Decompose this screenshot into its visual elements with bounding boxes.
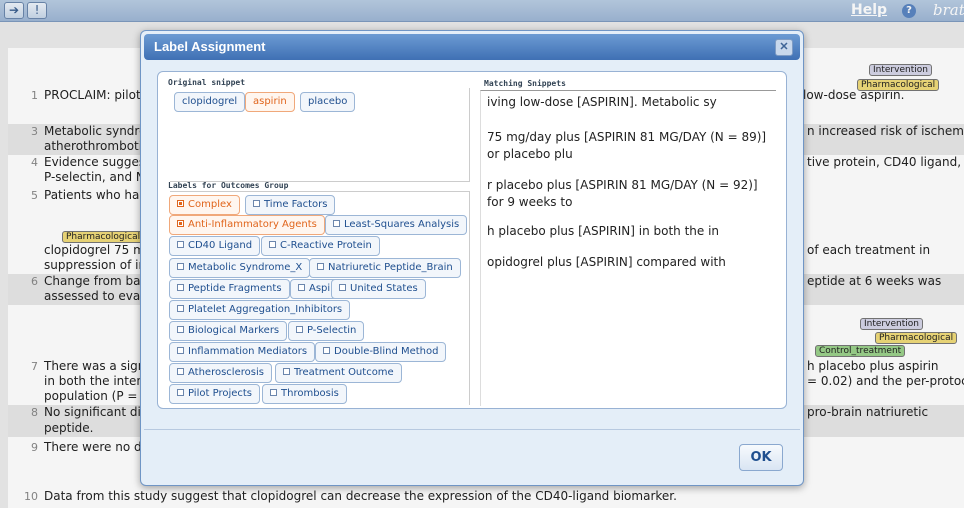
- ok-button[interactable]: OK: [739, 444, 783, 471]
- label-chip[interactable]: Inflammation Mediators: [169, 342, 316, 362]
- dialog-divider: [144, 429, 800, 430]
- label-chip-text: Inflammation Mediators: [188, 346, 308, 357]
- label-chip-text: Metabolic Syndrome_X: [188, 262, 303, 273]
- checkbox-icon[interactable]: [177, 284, 184, 291]
- labels-legend: Labels for Outcomes Group: [168, 181, 289, 190]
- label-chip[interactable]: P-Selectin: [288, 321, 365, 341]
- label-chip-text: C-Reactive Protein: [280, 240, 372, 251]
- label-chip-text: Biological Markers: [188, 325, 280, 336]
- label-chip-text: Double-Blind Method: [334, 346, 439, 357]
- checkbox-icon[interactable]: [177, 220, 184, 227]
- matching-snippet[interactable]: opidogrel plus [ASPIRIN] compared with: [487, 254, 775, 271]
- checkbox-icon[interactable]: [177, 263, 184, 270]
- label-chip[interactable]: Metabolic Syndrome_X: [169, 258, 311, 278]
- label-chip[interactable]: Double-Blind Method: [315, 342, 447, 362]
- checkbox-icon[interactable]: [177, 389, 184, 396]
- label-chip-text: Thrombosis: [281, 388, 339, 399]
- checkbox-icon[interactable]: [177, 305, 184, 312]
- label-chip[interactable]: Atherosclerosis: [169, 363, 272, 383]
- matching-snippet[interactable]: iving low-dose [ASPIRIN]. Metabolic sy: [487, 94, 775, 111]
- label-chip[interactable]: Platelet Aggregation_Inhibitors: [169, 300, 351, 320]
- checkbox-icon[interactable]: [333, 220, 340, 227]
- checkbox-icon[interactable]: [339, 284, 346, 291]
- snippet-chip-clopidogrel[interactable]: clopidogrel: [174, 92, 246, 112]
- checkbox-icon[interactable]: [253, 200, 260, 207]
- label-chip-text: CD40 Ligand: [188, 240, 253, 251]
- close-icon[interactable]: ✕: [775, 39, 793, 56]
- label-chip-text: Anti-Inflammatory Agents: [188, 219, 317, 230]
- dialog-title: Label Assignment ✕: [144, 34, 800, 60]
- dialog-title-text: Label Assignment: [154, 39, 266, 54]
- label-chip[interactable]: Biological Markers: [169, 321, 288, 341]
- snippet-chip-placebo[interactable]: placebo: [300, 92, 356, 112]
- label-chip[interactable]: Peptide Fragments: [169, 279, 290, 299]
- label-chip[interactable]: C-Reactive Protein: [261, 236, 380, 256]
- matching-snippet[interactable]: h placebo plus [ASPIRIN] in both the in: [487, 223, 775, 240]
- label-chip-text: Treatment Outcome: [294, 367, 394, 378]
- checkbox-icon[interactable]: [323, 347, 330, 354]
- label-chip-text: Pilot Projects: [188, 388, 253, 399]
- snippet-chip-aspirin[interactable]: aspirin: [245, 92, 295, 112]
- matching-snippet[interactable]: 75 mg/day plus [ASPIRIN 81 MG/DAY (N = 8…: [487, 129, 775, 163]
- label-chip-text: Atherosclerosis: [188, 367, 264, 378]
- label-chip[interactable]: Complex: [169, 195, 240, 215]
- matching-snippets-legend: Matching Snippets: [484, 79, 566, 88]
- label-chip-text: Natriuretic Peptide_Brain: [328, 262, 453, 273]
- checkbox-icon[interactable]: [283, 368, 290, 375]
- label-chip-text: United States: [350, 283, 418, 294]
- label-chip[interactable]: Natriuretic Peptide_Brain: [309, 258, 461, 278]
- label-chip[interactable]: Anti-Inflammatory Agents: [169, 215, 325, 235]
- label-chip[interactable]: Time Factors: [245, 195, 336, 215]
- original-snippet-legend: Original snippet: [168, 78, 246, 87]
- label-chip-text: Platelet Aggregation_Inhibitors: [188, 304, 343, 315]
- label-chip-text: P-Selectin: [307, 325, 357, 336]
- matching-snippet[interactable]: r placebo plus [ASPIRIN 81 MG/DAY (N = 9…: [487, 177, 775, 211]
- label-chip-text: Least-Squares Analysis: [344, 219, 460, 230]
- label-chip[interactable]: Pilot Projects: [169, 384, 261, 404]
- checkbox-icon[interactable]: [177, 326, 184, 333]
- label-chip-text: Time Factors: [264, 199, 328, 210]
- label-chip[interactable]: Least-Squares Analysis: [325, 215, 468, 235]
- dialog-body: Original snippet Labels for Outcomes Gro…: [157, 71, 787, 409]
- label-chip-text: Peptide Fragments: [188, 283, 282, 294]
- label-chip[interactable]: Thrombosis: [262, 384, 347, 404]
- checkbox-icon[interactable]: [269, 241, 276, 248]
- checkbox-icon[interactable]: [177, 200, 184, 207]
- checkbox-icon[interactable]: [177, 368, 184, 375]
- checkbox-icon[interactable]: [298, 284, 305, 291]
- label-assignment-dialog: Label Assignment ✕ Original snippet Labe…: [140, 30, 804, 486]
- checkbox-icon[interactable]: [296, 326, 303, 333]
- checkbox-icon[interactable]: [177, 347, 184, 354]
- checkbox-icon[interactable]: [270, 389, 277, 396]
- label-chip-text: Complex: [188, 199, 232, 210]
- label-chip[interactable]: Treatment Outcome: [275, 363, 402, 383]
- label-chip[interactable]: United States: [331, 279, 426, 299]
- matching-snippets-box: iving low-dose [ASPIRIN]. Metabolic sy 75…: [480, 90, 776, 406]
- checkbox-icon[interactable]: [317, 263, 324, 270]
- checkbox-icon[interactable]: [177, 241, 184, 248]
- label-chip[interactable]: CD40 Ligand: [169, 236, 261, 256]
